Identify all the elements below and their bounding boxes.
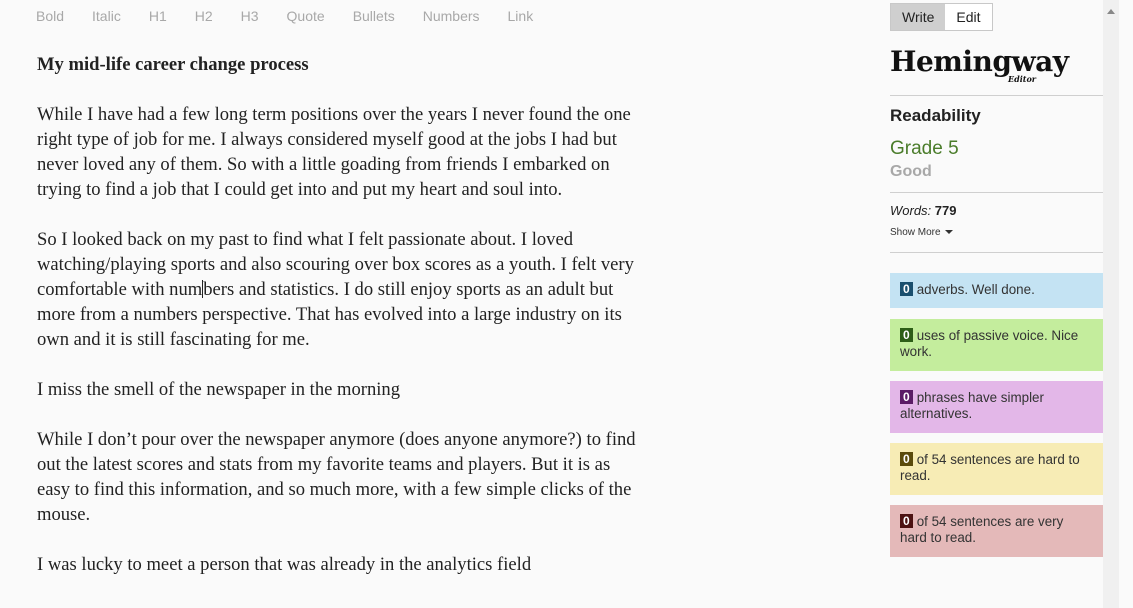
h2-button[interactable]: H2 <box>195 1 213 31</box>
show-more-toggle[interactable]: Show More <box>890 227 953 238</box>
readability-label: Readability <box>890 106 981 125</box>
link-button[interactable]: Link <box>508 1 534 31</box>
paragraph: While I have had a few long term positio… <box>37 104 631 200</box>
paragraph: I was lucky to meet a person that was al… <box>37 554 532 575</box>
hemingway-logo: Hemingway Editor <box>890 46 1069 90</box>
grade-level: Grade 5 <box>890 138 959 159</box>
divider <box>890 192 1103 193</box>
text-editor[interactable]: My mid-life career change process While … <box>37 40 637 608</box>
very-hard-sentences-card: 0 of 54 sentences are very hard to read. <box>890 505 1103 557</box>
numbers-button[interactable]: Numbers <box>423 1 480 31</box>
word-count: Words: 779 <box>890 203 957 218</box>
formatting-toolbar: Bold Italic H1 H2 H3 Quote Bullets Numbe… <box>36 0 561 32</box>
paragraph: I miss the smell of the newspaper in the… <box>37 379 401 400</box>
very-hard-sentences-count: 0 <box>900 514 913 528</box>
scrollbar[interactable] <box>1103 0 1119 608</box>
paragraph: So I looked back on my past to find what… <box>37 227 637 352</box>
adverbs-count: 0 <box>900 282 913 296</box>
word-count-label: Words: <box>890 203 932 218</box>
hard-sentences-text: of 54 sentences are hard to read. <box>900 452 1080 483</box>
scroll-up-arrow-icon[interactable] <box>1107 9 1115 14</box>
h1-button[interactable]: H1 <box>149 1 167 31</box>
word-count-value: 779 <box>934 203 957 218</box>
passive-voice-text: uses of passive voice. Nice work. <box>900 328 1079 359</box>
caret-down-icon <box>944 230 953 234</box>
simpler-phrases-text: phrases have simpler alternatives. <box>900 390 1044 421</box>
adverbs-text: adverbs. Well done. <box>916 282 1035 297</box>
divider <box>890 95 1103 96</box>
passive-voice-count: 0 <box>900 328 913 342</box>
logo-subtitle: Editor <box>1008 74 1036 84</box>
simpler-phrases-count: 0 <box>900 390 913 404</box>
simpler-phrases-card: 0 phrases have simpler alternatives. <box>890 381 1103 433</box>
document-title: My mid-life career change process <box>37 54 309 75</box>
bullets-button[interactable]: Bullets <box>353 1 395 31</box>
write-mode-button[interactable]: Write <box>891 4 946 30</box>
h3-button[interactable]: H3 <box>241 1 259 31</box>
divider <box>890 252 1103 253</box>
show-more-label: Show More <box>890 227 941 238</box>
mode-toggle: Write Edit <box>890 3 993 31</box>
hard-sentences-card: 0 of 54 sentences are hard to read. <box>890 443 1103 495</box>
grade-description: Good <box>890 163 932 180</box>
sidebar: Write Edit Hemingway Editor Readability … <box>890 0 1103 608</box>
hard-sentences-count: 0 <box>900 452 913 466</box>
hemingway-editor-app: Bold Italic H1 H2 H3 Quote Bullets Numbe… <box>0 0 1133 608</box>
edit-mode-button[interactable]: Edit <box>945 4 991 30</box>
adverbs-card: 0 adverbs. Well done. <box>890 273 1103 308</box>
passive-voice-card: 0 uses of passive voice. Nice work. <box>890 319 1103 371</box>
italic-button[interactable]: Italic <box>92 1 121 31</box>
bold-button[interactable]: Bold <box>36 1 64 31</box>
quote-button[interactable]: Quote <box>287 1 325 31</box>
paragraph: While I don’t pour over the newspaper an… <box>37 429 636 525</box>
very-hard-sentences-text: of 54 sentences are very hard to read. <box>900 514 1064 545</box>
